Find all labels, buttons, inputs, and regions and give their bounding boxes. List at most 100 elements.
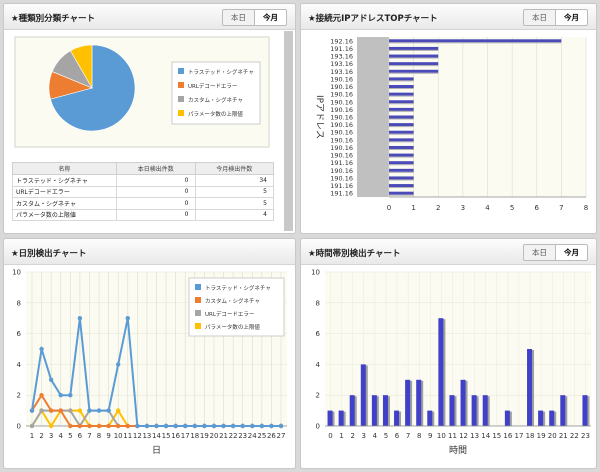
bar	[549, 410, 555, 426]
y-tick-label: 6	[316, 330, 321, 338]
legend-label: パラメータ数の上限値	[205, 323, 260, 331]
cell-month: 5	[194, 197, 274, 210]
ip-bar-chart: 0 1 2 3 4 5 6 7 8192.16191.16193.16193.16193.161…	[314, 37, 588, 212]
bar	[389, 191, 414, 195]
tab-this-month[interactable]: 今月	[555, 10, 587, 25]
tab-today[interactable]: 本日	[524, 10, 555, 25]
bar	[389, 100, 414, 104]
ip-panel: ★接続元IPアドレスTOPチャート 本日 今月 0 1 2 3 4 5 6 7 8 192.16 1…	[300, 3, 597, 234]
bar	[389, 153, 414, 157]
legend-swatch	[195, 284, 201, 290]
bar	[371, 395, 377, 426]
tab-this-month[interactable]: 今月	[254, 10, 286, 25]
cell-today: 0	[116, 185, 196, 198]
x-tick-label: 19	[537, 432, 546, 440]
x-tick-label: 22	[570, 432, 579, 440]
bar-shadow	[389, 156, 414, 158]
cell-month: 4	[194, 208, 274, 221]
x-tick-label: 3	[362, 432, 366, 440]
x-tick-label: 6	[395, 432, 400, 440]
x-tick-label: 13	[470, 432, 479, 440]
data-point	[135, 423, 140, 429]
bar-shadow	[389, 80, 414, 82]
y-tick-label: 0	[17, 423, 21, 431]
cell-month: 34	[194, 174, 274, 187]
cell-today: 0	[116, 174, 196, 187]
x-tick-label: 25	[257, 432, 266, 440]
bar	[389, 123, 414, 127]
legend-swatch	[195, 323, 201, 329]
data-point	[269, 423, 274, 429]
x-tick-label: 13	[142, 432, 151, 440]
legend-swatch	[195, 297, 201, 303]
x-axis-title: 時間	[449, 445, 467, 456]
x-tick-label: 11	[448, 432, 457, 440]
category-table: 名称 本日検出件数 今月検出件数 トラステッド・シグネチャ 0 34 URLデコード…	[12, 162, 274, 221]
bar	[394, 410, 400, 426]
y-tick-label: 4	[17, 361, 22, 369]
legend-label: カスタム・シグネチャ	[188, 96, 243, 104]
data-point	[125, 316, 130, 321]
col-month: 今月検出件数	[194, 162, 274, 175]
x-tick-label: 7	[87, 432, 91, 440]
x-tick-label: 6	[535, 204, 540, 212]
data-point	[39, 346, 44, 352]
data-point	[29, 408, 35, 413]
bar	[416, 379, 422, 426]
data-point	[68, 423, 73, 429]
category-scrollbar[interactable]	[284, 31, 293, 231]
x-tick-label: 8	[417, 432, 421, 440]
bar-shadow	[389, 88, 414, 90]
data-point	[259, 423, 265, 429]
bar	[360, 364, 366, 426]
bar	[389, 145, 414, 149]
data-point	[106, 408, 111, 413]
x-tick-label: 12	[459, 432, 468, 440]
hourly-panel: ★時間帯別検出チャート 本日 今月 0 2 4 6 8 10 0 1 2 3 4 5 6 7 8 9 10 11 1…	[300, 238, 597, 469]
bar	[389, 115, 414, 119]
x-tick-label: 9	[106, 432, 110, 440]
legend-swatch	[178, 96, 184, 102]
x-axis-title: 日	[152, 445, 161, 456]
data-point	[173, 423, 178, 429]
x-tick-label: 4	[485, 204, 490, 212]
bar	[527, 349, 533, 426]
x-tick-label: 1	[339, 432, 343, 440]
data-point	[115, 423, 121, 429]
legend-label: パラメータ数の上限値	[188, 110, 243, 118]
bar	[338, 410, 344, 426]
col-today: 本日検出件数	[116, 162, 196, 175]
x-tick-label: 24	[248, 432, 257, 440]
tab-today[interactable]: 本日	[223, 10, 254, 25]
data-point	[278, 423, 284, 429]
x-tick-label: 2	[350, 432, 354, 440]
bar-shadow	[389, 141, 414, 143]
x-tick-label: 15	[162, 432, 171, 440]
tab-today[interactable]: 本日	[524, 245, 555, 260]
data-point	[77, 316, 83, 321]
y-axis-title: IPアドレス	[314, 95, 324, 139]
bar	[389, 176, 414, 180]
y-tick-label: 8	[17, 299, 21, 307]
x-tick-label: 4	[58, 432, 63, 440]
tab-this-month[interactable]: 今月	[555, 245, 587, 260]
bar	[449, 395, 455, 426]
x-tick-label: 5	[510, 204, 514, 212]
x-tick-label: 8	[584, 204, 588, 212]
x-tick-label: 15	[492, 432, 501, 440]
legend-label: URLデコードエラー	[205, 310, 254, 318]
bar	[389, 168, 414, 172]
legend-label: トラステッド・シグネチャ	[205, 284, 271, 292]
bar	[438, 318, 444, 426]
cell-name: URLデコードエラー	[12, 185, 117, 198]
data-point	[202, 423, 207, 429]
bar-shadow	[389, 118, 414, 120]
x-tick-label: 18	[190, 432, 199, 440]
data-point	[58, 408, 63, 413]
bar-shadow	[389, 187, 414, 189]
bar-shadow	[389, 57, 439, 59]
bar	[349, 395, 355, 426]
daily-panel-title: ★日別検出チャート	[4, 239, 295, 265]
bar	[389, 39, 562, 43]
data-point	[39, 393, 44, 398]
